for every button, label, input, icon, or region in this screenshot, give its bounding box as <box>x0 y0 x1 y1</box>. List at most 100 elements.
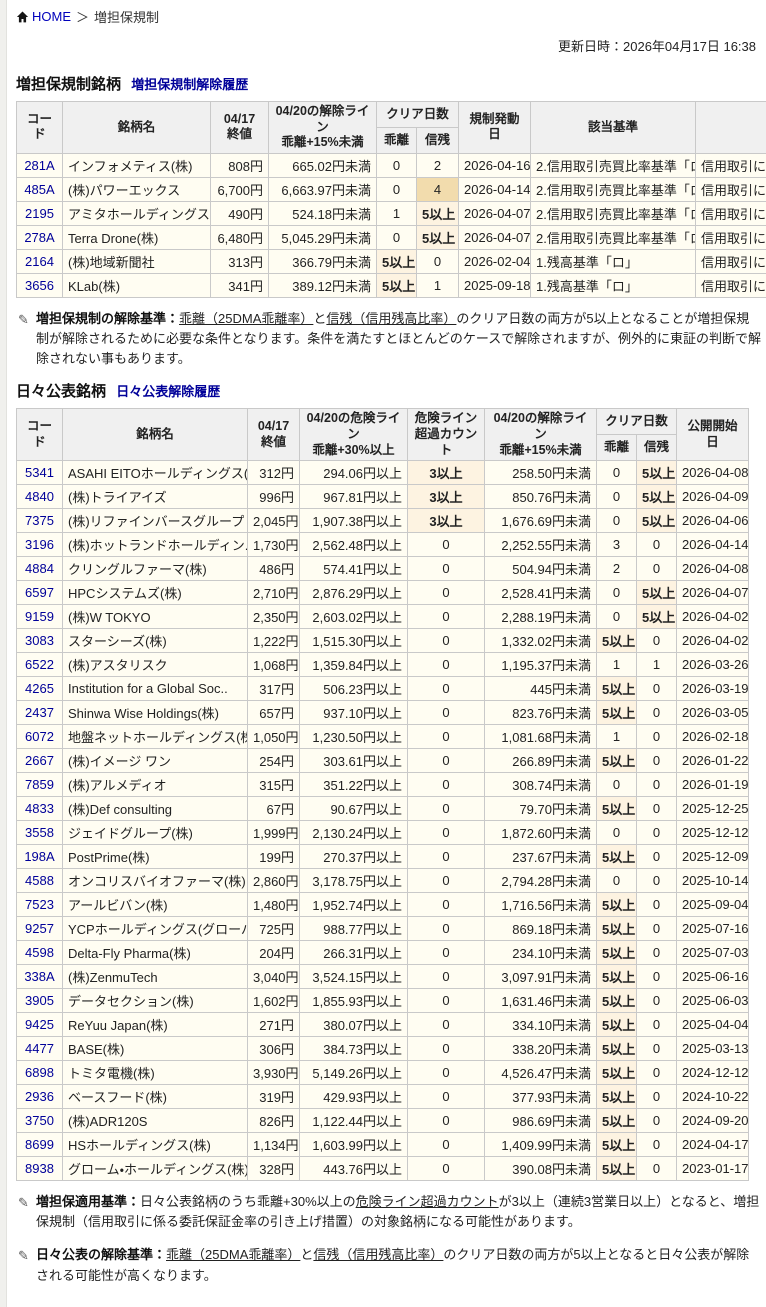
shinzan-tooltip-link[interactable]: 信残（信用残高比率） <box>326 311 456 326</box>
table-row: 2667 (株)イメージ ワン 254円 303.61円以上 0 266.89円… <box>17 749 749 773</box>
memo-icon: ✎ <box>18 1246 29 1266</box>
over-count-tooltip-link[interactable]: 危険ライン超過カウント <box>356 1194 499 1209</box>
kairi-tooltip-link[interactable]: 乖離（25DMA乖離率） <box>166 1247 300 1262</box>
clear-days-shinzan-cell: 5以上 <box>637 509 677 533</box>
stock-code-link[interactable]: 7375 <box>25 513 54 528</box>
table-row: 4833 (株)Def consulting 67円 90.67円以上 0 79… <box>17 797 749 821</box>
stock-code-link[interactable]: 198A <box>24 849 54 864</box>
danger-line-cell: 294.06円以上 <box>300 461 408 485</box>
danger-line-cell: 2,603.02円以上 <box>300 605 408 629</box>
stock-code-cell: 6898 <box>17 1061 63 1085</box>
basis-cell: 2.信用取引売買比率基準「ロ」 <box>531 177 696 201</box>
table-row: 7523 アールビバン(株) 1,480円 1,952.74円以上 0 1,71… <box>17 893 749 917</box>
stock-code-link[interactable]: 278A <box>24 230 54 245</box>
stock-code-link[interactable]: 3905 <box>25 993 54 1008</box>
col-header-name: 銘柄名 <box>63 409 248 461</box>
stock-code-link[interactable]: 8938 <box>25 1161 54 1176</box>
col-header-clear-days: クリア日数 <box>377 102 459 128</box>
table-row: 2164 (株)地域新聞社 313円 366.79円未満 5以上 0 2026-… <box>17 249 766 273</box>
stock-code-link[interactable]: 4477 <box>25 1041 54 1056</box>
start-date-cell: 2025-06-16 <box>677 965 749 989</box>
clear-days-shinzan-cell: 4 <box>417 177 459 201</box>
note-label: 増担保適用基準： <box>36 1194 140 1209</box>
table-row: 9425 ReYuu Japan(株) 271円 380.07円以上 0 334… <box>17 1013 749 1037</box>
page-left-gutter <box>0 0 7 1307</box>
stock-code-link[interactable]: 6898 <box>25 1065 54 1080</box>
stock-code-link[interactable]: 4884 <box>25 561 54 576</box>
stock-code-link[interactable]: 2667 <box>25 753 54 768</box>
clear-days-shinzan-cell: 0 <box>417 249 459 273</box>
stock-code-link[interactable]: 8699 <box>25 1137 54 1152</box>
release-line-cell: 308.74円未満 <box>485 773 597 797</box>
over-count-cell: 0 <box>408 605 485 629</box>
start-date-cell: 2026-04-02 <box>677 605 749 629</box>
stock-code-link[interactable]: 3083 <box>25 633 54 648</box>
stock-code-cell: 4884 <box>17 557 63 581</box>
start-date-cell: 2024-12-12 <box>677 1061 749 1085</box>
release-line-cell: 1,631.46円未満 <box>485 989 597 1013</box>
stock-code-link[interactable]: 4265 <box>25 681 54 696</box>
close-price-cell: 312円 <box>248 461 300 485</box>
table-row: 2936 ベースフード(株) 319円 429.93円以上 0 377.93円未… <box>17 1085 749 1109</box>
stock-code-link[interactable]: 4598 <box>25 945 54 960</box>
clear-days-shinzan-cell: 0 <box>637 917 677 941</box>
col-header-basis: 該当基準 <box>531 102 696 154</box>
stock-code-link[interactable]: 7523 <box>25 897 54 912</box>
stock-code-link[interactable]: 2195 <box>25 206 54 221</box>
stock-code-link[interactable]: 338A <box>24 969 54 984</box>
clear-days-shinzan-cell: 1 <box>417 273 459 297</box>
stock-code-link[interactable]: 2437 <box>25 705 54 720</box>
close-price-cell: 1,050円 <box>248 725 300 749</box>
stock-code-link[interactable]: 4840 <box>25 489 54 504</box>
stock-code-link[interactable]: 5341 <box>25 465 54 480</box>
table-row: 2195 アミタホールディングス(株) 490円 524.18円未満 1 5以上… <box>17 201 766 225</box>
stock-code-link[interactable]: 3558 <box>25 825 54 840</box>
kairi-tooltip-link[interactable]: 乖離（25DMA乖離率） <box>179 311 313 326</box>
stock-code-link[interactable]: 6597 <box>25 585 54 600</box>
stock-code-cell: 3196 <box>17 533 63 557</box>
stock-code-link[interactable]: 485A <box>24 182 54 197</box>
stock-code-link[interactable]: 9425 <box>25 1017 54 1032</box>
stock-code-link[interactable]: 2164 <box>25 254 54 269</box>
release-line-cell: 986.69円未満 <box>485 1109 597 1133</box>
stock-code-cell: 8699 <box>17 1133 63 1157</box>
clear-days-kairi-cell: 5以上 <box>597 1109 637 1133</box>
stock-code-link[interactable]: 4833 <box>25 801 54 816</box>
close-price-cell: 328円 <box>248 1157 300 1181</box>
stock-name-cell: Shinwa Wise Holdings(株) <box>63 701 248 725</box>
clear-days-kairi-cell: 0 <box>597 869 637 893</box>
basis-cell: 2.信用取引売買比率基準「ロ」 <box>531 153 696 177</box>
close-price-cell: 306円 <box>248 1037 300 1061</box>
stock-code-link[interactable]: 3196 <box>25 537 54 552</box>
stock-code-link[interactable]: 7859 <box>25 777 54 792</box>
stock-name-cell: (株)ホットランドホールディン.. <box>63 533 248 557</box>
over-count-cell: 0 <box>408 941 485 965</box>
stock-name-cell: PostPrime(株) <box>63 845 248 869</box>
stock-code-cell: 2667 <box>17 749 63 773</box>
stock-code-link[interactable]: 6072 <box>25 729 54 744</box>
clear-days-kairi-cell: 5以上 <box>597 749 637 773</box>
clear-days-kairi-cell: 5以上 <box>377 273 417 297</box>
clear-days-shinzan-cell: 0 <box>637 677 677 701</box>
stock-code-link[interactable]: 9159 <box>25 609 54 624</box>
stock-code-link[interactable]: 6522 <box>25 657 54 672</box>
margin-regulation-history-link[interactable]: 増担保規制解除履歴 <box>131 77 248 92</box>
breadcrumb-home-link[interactable]: HOME <box>32 9 71 24</box>
over-count-cell: 0 <box>408 1013 485 1037</box>
stock-code-link[interactable]: 3656 <box>25 278 54 293</box>
col-header-trigger-date: 規制発動日 <box>459 102 531 154</box>
stock-code-link[interactable]: 2936 <box>25 1089 54 1104</box>
daily-disclosure-history-link[interactable]: 日々公表解除履歴 <box>116 384 220 399</box>
clear-days-shinzan-cell: 0 <box>637 1013 677 1037</box>
clear-days-kairi-cell: 5以上 <box>597 893 637 917</box>
stock-code-link[interactable]: 3750 <box>25 1113 54 1128</box>
stock-name-cell: HSホールディングス(株) <box>63 1133 248 1157</box>
margin-regulation-table-wrapper: コード 銘柄名 04/17 終値 04/20の解除ライン 乖離+15%未満 クリ… <box>16 101 766 298</box>
stock-code-link[interactable]: 4588 <box>25 873 54 888</box>
over-count-cell: 0 <box>408 701 485 725</box>
table-row: 3196 (株)ホットランドホールディン.. 1,730円 2,562.48円以… <box>17 533 749 557</box>
stock-code-link[interactable]: 9257 <box>25 921 54 936</box>
stock-code-link[interactable]: 281A <box>24 158 54 173</box>
stock-name-cell: Terra Drone(株) <box>63 225 211 249</box>
shinzan-tooltip-link[interactable]: 信残（信用残高比率） <box>313 1247 443 1262</box>
